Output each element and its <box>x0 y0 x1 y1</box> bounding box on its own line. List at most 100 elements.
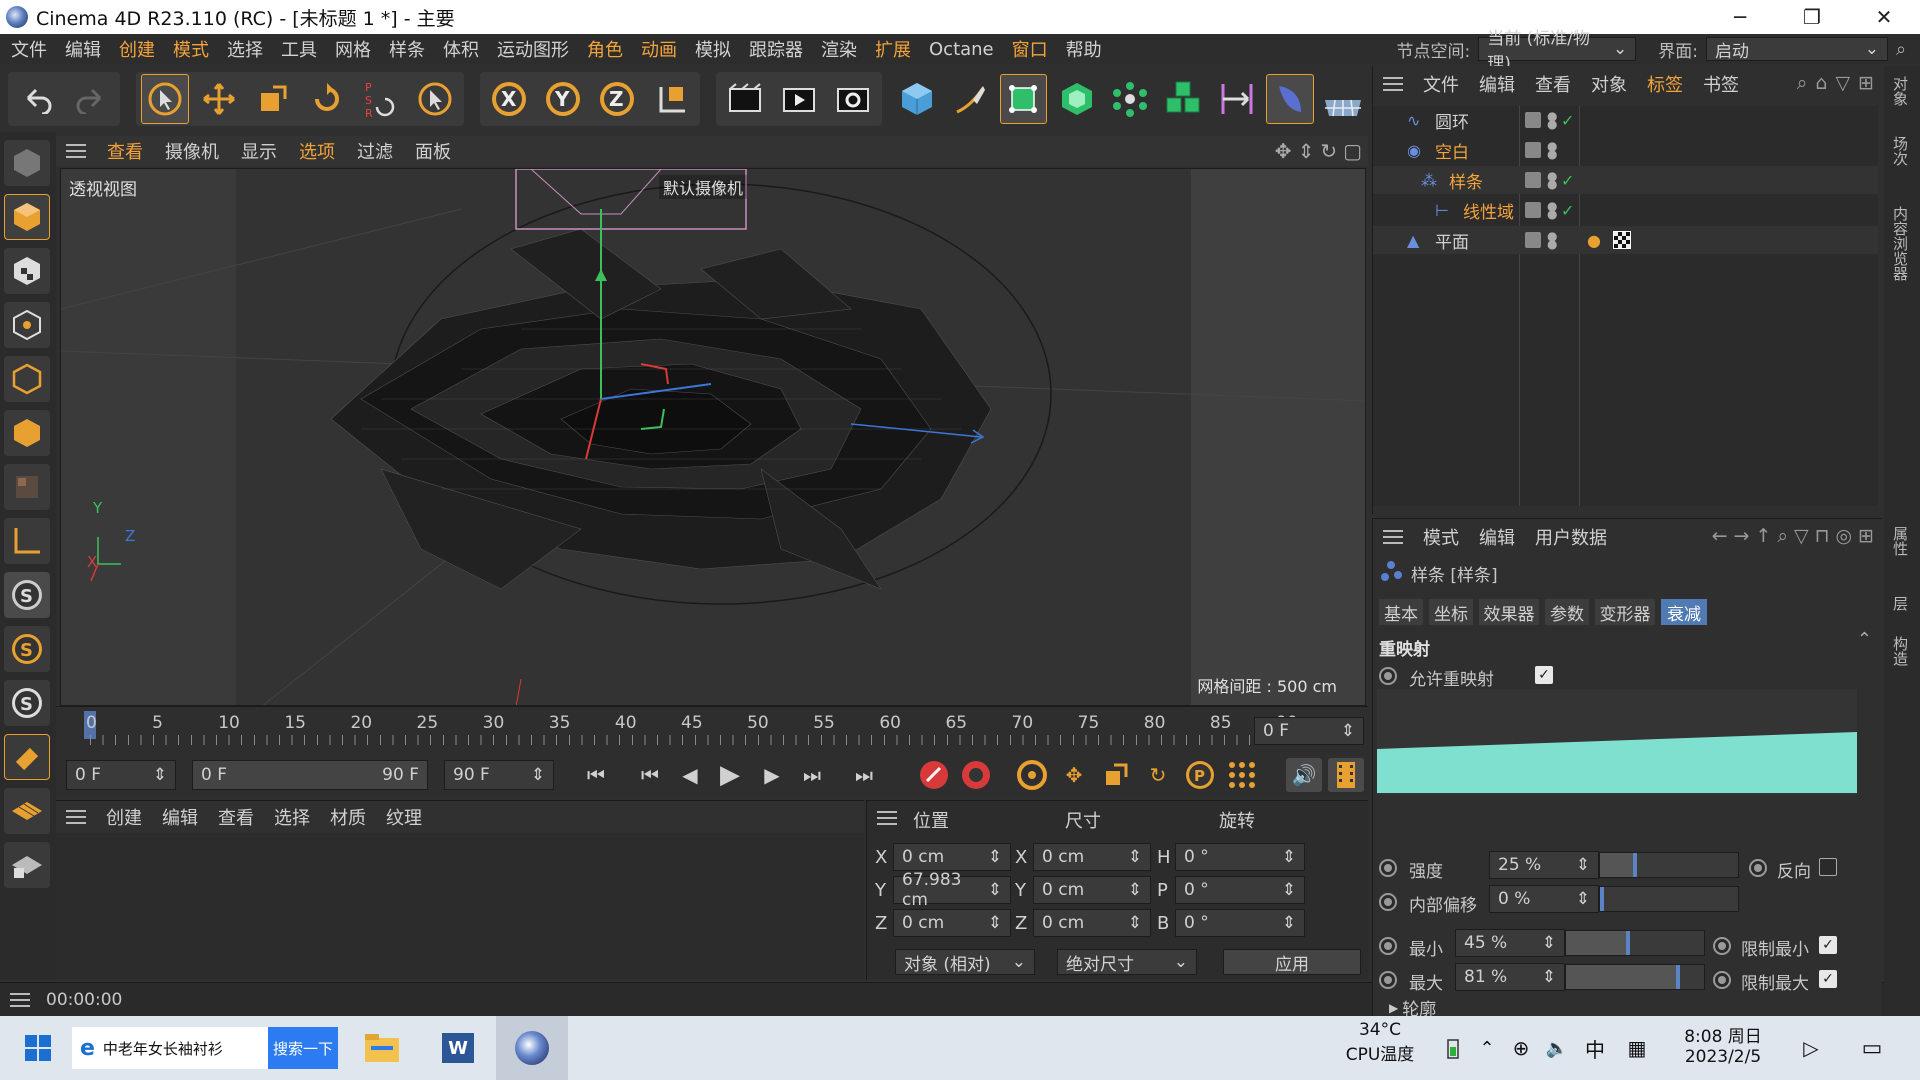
layer-toggle-icon[interactable] <box>1525 112 1541 128</box>
psr-reset-icon[interactable]: PSR <box>357 74 405 124</box>
material-hamburger-icon[interactable] <box>66 810 86 824</box>
fracture-icon[interactable] <box>1160 74 1207 124</box>
render-to-picture-viewer-icon[interactable] <box>775 74 823 124</box>
visibility-dots-icon[interactable]: ● ● <box>1547 110 1557 130</box>
node-space-dropdown[interactable]: 当前 (标准/物理) ⌄ <box>1478 29 1637 74</box>
frame-range-slider[interactable]: 0 F 90 F <box>192 760 428 790</box>
workplane-icon[interactable] <box>4 788 50 834</box>
layer-toggle-icon[interactable] <box>1525 202 1541 218</box>
menu-item[interactable]: 文件 <box>2 36 56 62</box>
pan-view-icon[interactable]: ✥ <box>1275 139 1292 163</box>
edges-mode-icon[interactable] <box>4 356 50 402</box>
min-radio[interactable] <box>1379 937 1397 955</box>
collapse-icon[interactable]: ⌃ <box>1857 629 1872 650</box>
clamp-min-radio[interactable] <box>1713 937 1731 955</box>
extrude-icon[interactable] <box>1053 74 1100 124</box>
object-menu-item[interactable]: 查看 <box>1525 71 1581 97</box>
key-rotation-icon[interactable]: ↻ <box>1140 758 1176 792</box>
viewport-menu-item[interactable]: 面板 <box>404 138 462 164</box>
object-row[interactable]: ⁂ 样条 ● ● ✓ <box>1373 166 1878 194</box>
object-menu-item[interactable]: 编辑 <box>1469 71 1525 97</box>
perspective-viewport[interactable]: 透视视图 默认摄像机 Y Z X 网格间距 : 500 cm <box>60 168 1366 706</box>
layer-toggle-icon[interactable] <box>1525 232 1541 248</box>
size-field[interactable]: 0 cm ⇕ <box>1033 876 1151 904</box>
strength-slider[interactable] <box>1599 852 1739 878</box>
coords-hamburger-icon[interactable] <box>877 811 897 825</box>
viewport-menu-item[interactable]: 显示 <box>230 138 288 164</box>
autokey-icon[interactable] <box>958 758 994 792</box>
menu-item[interactable]: 扩展 <box>866 36 920 62</box>
uv-mode-icon[interactable] <box>4 464 50 510</box>
chevron-up-icon[interactable]: ⌃ <box>1474 1022 1500 1074</box>
object-menu-item[interactable]: 书签 <box>1693 71 1749 97</box>
minimize-button[interactable]: ─ <box>1704 0 1776 34</box>
status-hamburger-icon[interactable] <box>10 992 30 1007</box>
remap-curve-graph[interactable] <box>1377 689 1857 795</box>
attribute-tab[interactable]: 变形器 <box>1595 599 1655 625</box>
menu-item[interactable]: 帮助 <box>1057 36 1111 62</box>
file-explorer-icon[interactable] <box>356 1022 408 1074</box>
next-frame-icon[interactable]: ▶ <box>754 758 790 792</box>
position-field[interactable]: 0 cm ⇕ <box>893 843 1011 871</box>
attribute-tab[interactable]: 衰减 <box>1661 599 1707 625</box>
model-mode-icon[interactable] <box>4 194 50 240</box>
key-parameter-icon[interactable]: P <box>1182 758 1218 792</box>
floor-icon[interactable] <box>1320 74 1367 124</box>
coordinate-system-icon[interactable] <box>647 74 695 124</box>
visibility-dots-icon[interactable]: ● ● <box>1547 170 1557 190</box>
material-menu-item[interactable]: 查看 <box>208 804 264 830</box>
min-slider[interactable] <box>1565 930 1705 956</box>
redo-icon[interactable] <box>67 74 115 124</box>
menu-item[interactable]: 窗口 <box>1003 36 1057 62</box>
cpu-temp-widget[interactable]: 34°C CPU温度 <box>1330 1020 1430 1065</box>
linear-field-icon[interactable] <box>1213 74 1260 124</box>
maximize-button[interactable]: ❐ <box>1776 0 1848 34</box>
enabled-check-icon[interactable]: ✓ <box>1561 201 1574 220</box>
offset-field[interactable]: 0 % ⇕ <box>1489 885 1599 913</box>
attribute-tab[interactable]: 坐标 <box>1429 599 1473 625</box>
material-menu-item[interactable]: 编辑 <box>152 804 208 830</box>
ime-indicator[interactable]: 中 <box>1580 1022 1610 1074</box>
attribute-menu-item[interactable]: 用户数据 <box>1525 524 1617 550</box>
axis-mode-icon[interactable] <box>4 518 50 564</box>
solo-hierarchy-icon[interactable]: S <box>4 680 50 726</box>
object-row[interactable]: ⊢ 线性域 ● ● ✓ <box>1373 196 1878 224</box>
menu-item[interactable]: 模拟 <box>686 36 740 62</box>
max-radio[interactable] <box>1379 971 1397 989</box>
clamp-max-radio[interactable] <box>1713 971 1731 989</box>
z-axis-lock-icon[interactable]: Z <box>593 74 641 124</box>
go-to-end-icon[interactable]: ⏭ <box>846 758 882 792</box>
attribute-menu-item[interactable]: 模式 <box>1413 524 1469 550</box>
new-window-icon[interactable]: ⊞ <box>1858 72 1874 94</box>
menu-item[interactable]: 工具 <box>272 36 326 62</box>
next-key-icon[interactable]: ⏭ <box>794 758 830 792</box>
current-frame-field[interactable]: 0 F ⇕ <box>1254 717 1364 745</box>
material-menu-item[interactable]: 材质 <box>320 804 376 830</box>
object-menu-item[interactable]: 文件 <box>1413 71 1469 97</box>
side-tab[interactable]: 内容浏览器 <box>1890 206 1911 281</box>
allow-remap-checkbox[interactable]: ✓ <box>1535 666 1553 684</box>
polygons-mode-icon[interactable] <box>4 410 50 456</box>
material-menu-item[interactable]: 纹理 <box>376 804 432 830</box>
search-icon[interactable]: ⌕ <box>1777 525 1788 547</box>
size-field[interactable]: 0 cm ⇕ <box>1033 909 1151 937</box>
lock-workplane-icon[interactable] <box>4 842 50 888</box>
rotation-field[interactable]: 0 ° ⇕ <box>1175 876 1305 904</box>
make-editable-icon[interactable] <box>4 140 50 186</box>
enabled-check-icon[interactable]: ✓ <box>1561 111 1574 130</box>
go-to-start-icon[interactable]: ⏮ <box>578 758 614 792</box>
filter-icon[interactable]: ▽ <box>1835 72 1850 94</box>
reverse-checkbox[interactable] <box>1819 858 1837 876</box>
scale-tool-icon[interactable] <box>249 74 297 124</box>
cube-icon[interactable] <box>893 74 940 124</box>
rotate-view-icon[interactable]: ↻ <box>1320 139 1337 163</box>
layer-toggle-icon[interactable] <box>1525 142 1541 158</box>
undo-icon[interactable] <box>13 74 61 124</box>
coord-mode-dropdown[interactable]: 对象 (相对) ⌄ <box>895 949 1035 975</box>
render-view-icon[interactable] <box>721 74 769 124</box>
move-tool-icon[interactable] <box>195 74 243 124</box>
menu-item[interactable]: 网格 <box>326 36 380 62</box>
attribute-tab[interactable]: 效果器 <box>1479 599 1539 625</box>
lock-icon[interactable]: ⊓ <box>1815 525 1830 547</box>
rotate-tool-icon[interactable] <box>303 74 351 124</box>
